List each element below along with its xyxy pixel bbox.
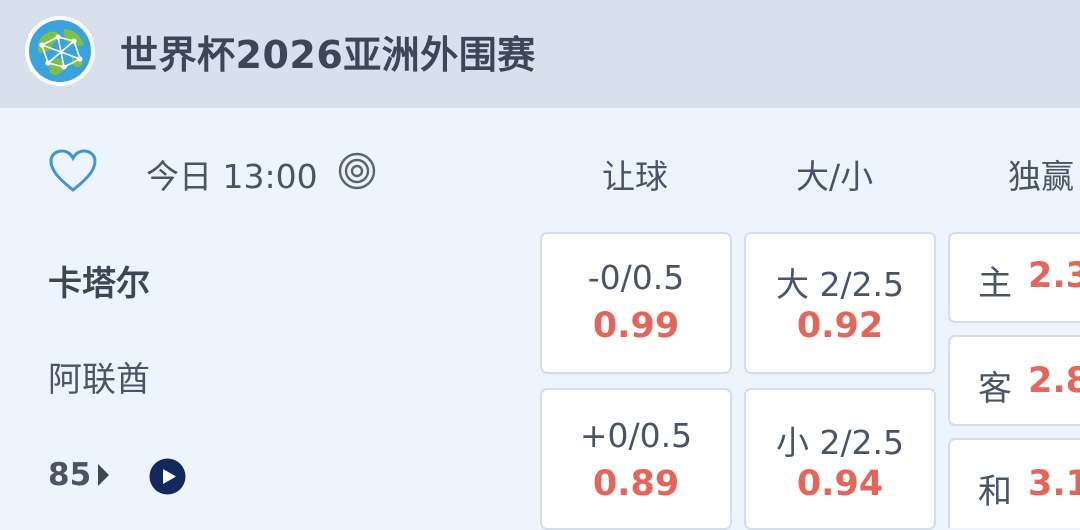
under-line: 小 2/2.5: [775, 423, 905, 462]
moneyline-away-odds: 2.8: [1028, 361, 1080, 401]
kickoff-time: 今日 13:00: [146, 157, 318, 196]
heart-outline-icon[interactable]: [48, 148, 98, 194]
handicap-home-cell[interactable]: -0/0.5 0.99: [540, 232, 732, 374]
column-moneyline: 独赢: [1008, 157, 1074, 196]
triangle-right-icon: [98, 464, 109, 486]
moneyline-away-label: 客: [978, 369, 1012, 409]
moneyline-home-odds: 2.3: [1028, 256, 1080, 296]
moneyline-draw-cell[interactable]: 和 3.1: [948, 438, 1080, 528]
column-handicap: 让球: [602, 157, 668, 196]
globe-network-icon: [24, 15, 96, 87]
away-team-name: 阿联酋: [48, 360, 150, 400]
column-over-under: 大/小: [796, 157, 874, 196]
handicap-home-odds: 0.99: [592, 306, 680, 346]
league-title: 世界杯2026亚洲外围赛: [120, 33, 536, 77]
handicap-away-line: +0/0.5: [579, 416, 693, 455]
match-minute: 85: [48, 457, 92, 493]
moneyline-home-cell[interactable]: 主 2.3: [948, 232, 1080, 323]
handicap-away-cell[interactable]: +0/0.5 0.89: [540, 388, 732, 530]
handicap-home-line: -0/0.5: [587, 258, 685, 297]
moneyline-draw-label: 和: [978, 472, 1012, 512]
handicap-away-odds: 0.89: [592, 464, 680, 504]
over-line: 大 2/2.5: [775, 265, 905, 304]
league-header[interactable]: 世界杯2026亚洲外围赛: [0, 0, 1080, 108]
under-cell[interactable]: 小 2/2.5 0.94: [744, 388, 936, 530]
play-circle-icon[interactable]: [149, 458, 186, 495]
moneyline-draw-odds: 3.1: [1028, 464, 1080, 504]
moneyline-away-cell[interactable]: 客 2.8: [948, 335, 1080, 426]
target-icon[interactable]: [338, 152, 376, 190]
over-cell[interactable]: 大 2/2.5 0.92: [744, 232, 936, 374]
under-odds: 0.94: [796, 464, 884, 504]
moneyline-home-label: 主: [978, 264, 1012, 304]
home-team-name: 卡塔尔: [48, 264, 150, 304]
over-odds: 0.92: [796, 306, 884, 346]
